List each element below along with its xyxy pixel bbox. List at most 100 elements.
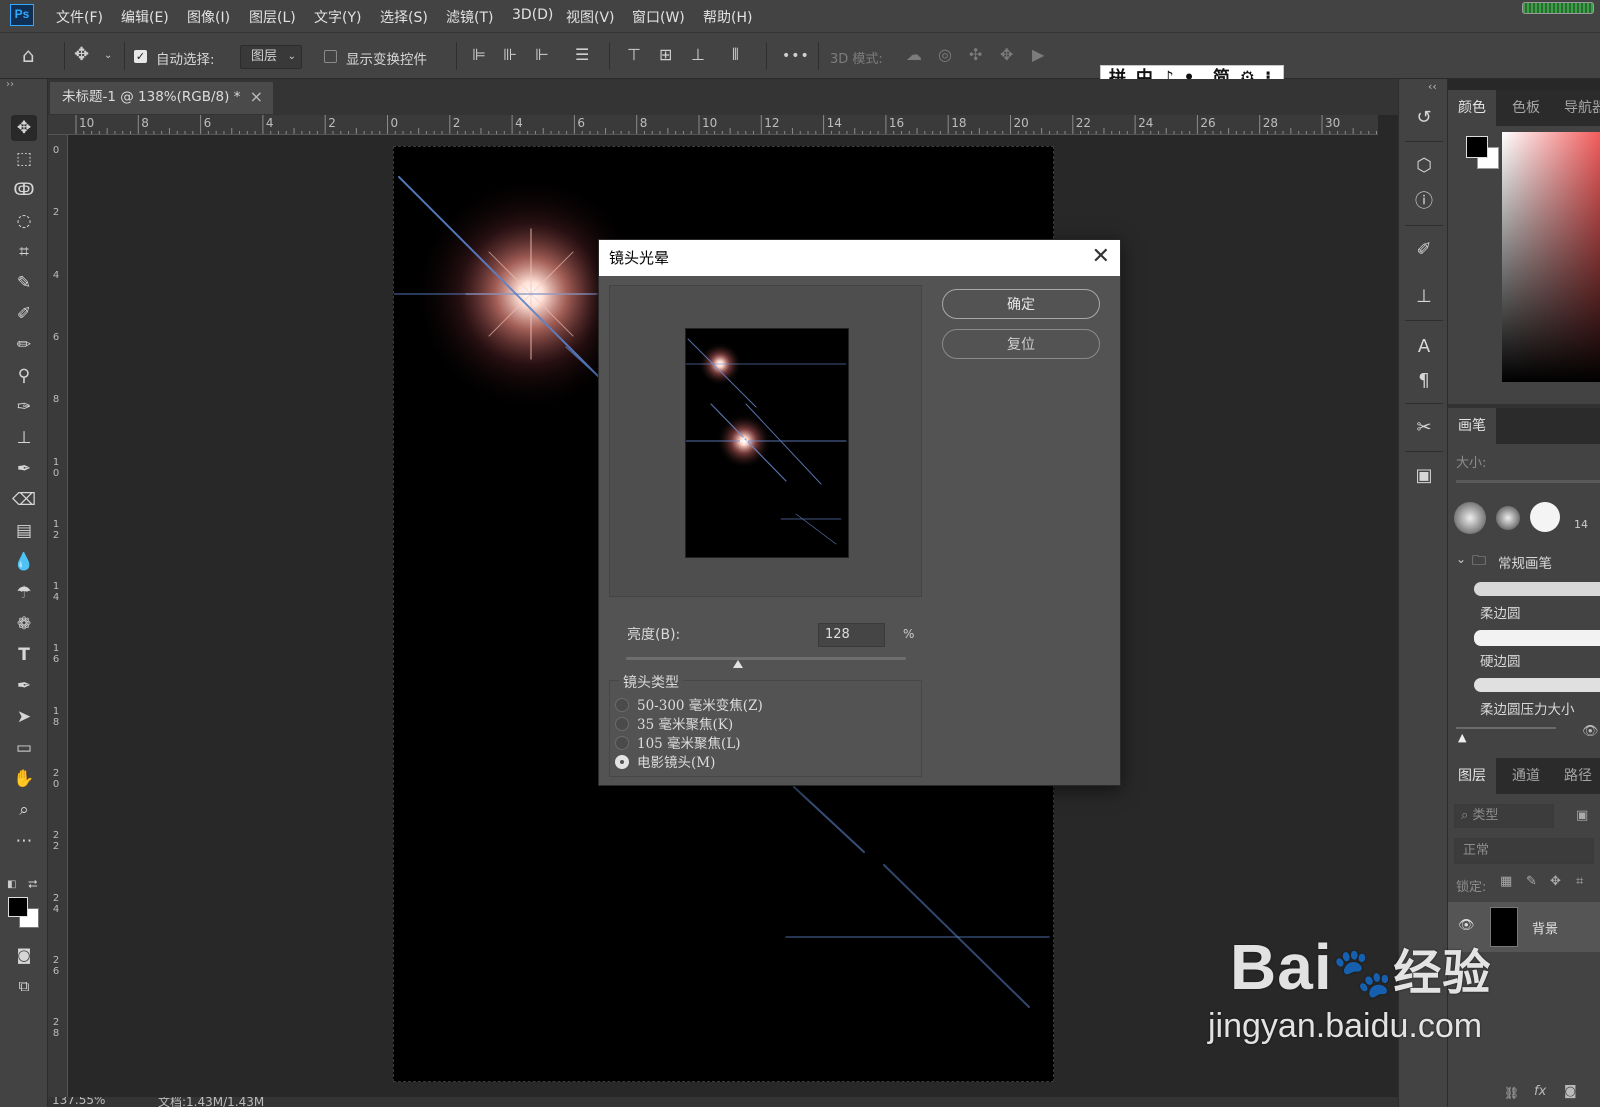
menu-file[interactable]: 文件(F): [56, 7, 103, 27]
radio-button[interactable]: [615, 717, 629, 731]
properties-panel-icon[interactable]: ▣: [1411, 463, 1437, 489]
layer-name[interactable]: 背景: [1532, 918, 1558, 937]
chevron-down-icon[interactable]: ⌄: [104, 51, 112, 61]
lock-image-icon[interactable]: ✎: [1526, 874, 1537, 889]
document-tab[interactable]: 未标题-1 @ 138%(RGB/8) * ×: [50, 82, 273, 114]
sponge-tool-icon[interactable]: ❁: [11, 611, 37, 637]
lens-option-105mm[interactable]: 105 毫米聚焦(L): [615, 732, 741, 752]
brightness-slider[interactable]: [626, 657, 906, 668]
eye-icon[interactable]: 👁: [1458, 918, 1475, 933]
tab-color[interactable]: 颜色: [1448, 90, 1496, 126]
home-icon[interactable]: ⌂: [22, 45, 35, 65]
radio-button[interactable]: [615, 755, 629, 769]
move-tool-icon[interactable]: ✥: [74, 46, 89, 64]
zoom-level[interactable]: 137.55%: [52, 1097, 105, 1107]
quick-mask-icon[interactable]: ◙: [11, 942, 37, 968]
reset-button[interactable]: 复位: [942, 329, 1100, 359]
healing-brush-tool-icon[interactable]: ✐: [11, 301, 37, 327]
toolbox-collapse-icon[interactable]: ››: [6, 79, 14, 90]
tab-brushes[interactable]: 画笔: [1448, 408, 1496, 444]
swap-colors-icon[interactable]: ⮂: [28, 877, 38, 892]
tool-presets-icon[interactable]: ✂: [1411, 415, 1437, 441]
menu-window[interactable]: 窗口(W): [632, 7, 685, 27]
flare-preview[interactable]: [685, 328, 849, 558]
history-panel-icon[interactable]: ↺: [1411, 105, 1437, 131]
show-transform-checkbox[interactable]: [324, 50, 337, 63]
3d-panel-icon[interactable]: ⬡: [1411, 153, 1437, 179]
auto-select-checkbox[interactable]: ✓: [134, 50, 147, 63]
hand-tool-icon[interactable]: ✋: [11, 766, 37, 792]
align-bottom-icon[interactable]: ⊥: [691, 47, 705, 63]
vertical-ruler[interactable]: 0246810121416182022242628: [48, 135, 68, 1097]
character-panel-icon[interactable]: A: [1411, 334, 1437, 360]
stamp-tool-icon[interactable]: ⊥: [11, 425, 37, 451]
eraser-tool-icon[interactable]: ⌫: [11, 487, 37, 513]
zoom-tool-icon[interactable]: ⌕: [11, 797, 37, 823]
chevron-down-icon[interactable]: ⌄: [1456, 552, 1466, 566]
type-tool-icon[interactable]: T: [11, 642, 37, 668]
fx-icon[interactable]: fx: [1534, 1084, 1546, 1099]
align-top-icon[interactable]: ⊤: [627, 47, 641, 63]
quick-select-tool-icon[interactable]: ◌: [11, 208, 37, 234]
distribute-icon[interactable]: ☰: [575, 47, 589, 63]
brush-preset-hard[interactable]: [1530, 502, 1560, 532]
default-colors-icon[interactable]: ◧: [7, 879, 16, 890]
lasso-tool-icon[interactable]: ↂ: [11, 177, 37, 203]
menu-edit[interactable]: 编辑(E): [121, 7, 169, 27]
brush-group-name[interactable]: 常规画笔: [1498, 552, 1552, 572]
brush-preset-soft-small[interactable]: [1496, 506, 1520, 530]
3d-orbit-icon[interactable]: ☁: [906, 47, 922, 63]
brush-name[interactable]: 柔边圆压力大小: [1480, 698, 1575, 718]
tab-navigator[interactable]: 导航器: [1554, 90, 1600, 126]
3d-slide-icon[interactable]: ✥: [1000, 47, 1013, 63]
lock-position-icon[interactable]: ✥: [1550, 874, 1561, 889]
pen-tool-icon[interactable]: ✒: [11, 673, 37, 699]
horizontal-ruler[interactable]: 10 8 6 4 2 0 2 4 6 8 10 12 14 16 18 20 22 24 26 28 30: [48, 115, 1378, 135]
lens-option-35mm[interactable]: 35 毫米聚焦(K): [615, 713, 733, 733]
mask-icon[interactable]: ◙: [1564, 1084, 1577, 1099]
move-tool-icon[interactable]: ✥: [11, 115, 37, 141]
3d-pan-icon[interactable]: ✣: [969, 47, 982, 63]
auto-select-target-dropdown[interactable]: 图层 ⌄: [240, 45, 302, 69]
lens-option-zoom[interactable]: 50-300 毫米变焦(Z): [615, 694, 763, 714]
lens-option-movie[interactable]: 电影镜头(M): [615, 751, 715, 771]
color-picker-field[interactable]: [1502, 132, 1600, 382]
close-icon[interactable]: ×: [250, 82, 263, 112]
more-options-button[interactable]: •••: [782, 48, 810, 64]
distribute-vertical-icon[interactable]: ⫴: [732, 47, 739, 63]
screen-mode-icon[interactable]: ⧉: [11, 973, 37, 999]
ok-button[interactable]: 确定: [942, 289, 1100, 319]
menu-3d[interactable]: 3D(D): [512, 7, 553, 23]
brush-preset-soft-large[interactable]: [1454, 502, 1486, 534]
tab-channels[interactable]: 通道: [1502, 758, 1550, 794]
blur-tool-icon[interactable]: 💧: [11, 549, 37, 575]
slider-thumb[interactable]: ▲: [1458, 731, 1466, 744]
eyedropper-tool-icon[interactable]: ✎: [11, 270, 37, 296]
dodge-tool-icon[interactable]: ☂: [11, 580, 37, 606]
clone-stamp-tool-icon[interactable]: ⚲: [11, 363, 37, 389]
foreground-color-swatch[interactable]: [1466, 136, 1488, 158]
close-icon[interactable]: ✕: [1092, 240, 1110, 274]
layer-filter[interactable]: ⌕ 类型: [1454, 804, 1554, 828]
tab-layers[interactable]: 图层: [1448, 758, 1496, 794]
lock-transparent-icon[interactable]: ▦: [1500, 874, 1512, 889]
info-icon[interactable]: ⓘ: [1411, 189, 1437, 215]
radio-button[interactable]: [615, 736, 629, 750]
art-history-tool-icon[interactable]: ✒: [11, 456, 37, 482]
align-left-icon[interactable]: ⊫: [472, 47, 486, 63]
brush-name[interactable]: 柔边圆: [1480, 602, 1521, 622]
brush-size-slider[interactable]: [1456, 480, 1600, 483]
brush-name[interactable]: 硬边圆: [1480, 650, 1521, 670]
image-filter-icon[interactable]: ▣: [1576, 808, 1588, 823]
crop-tool-icon[interactable]: ⌗: [11, 239, 37, 265]
tab-paths[interactable]: 路径: [1554, 758, 1600, 794]
menu-help[interactable]: 帮助(H): [703, 7, 752, 27]
3d-camera-icon[interactable]: ▶: [1032, 47, 1044, 63]
lock-artboard-icon[interactable]: ⌗: [1576, 874, 1583, 889]
link-icon[interactable]: ⛓: [1504, 1086, 1519, 1100]
blend-mode-dropdown[interactable]: 正常: [1454, 838, 1594, 864]
brightness-slider-thumb[interactable]: [733, 660, 743, 668]
menu-layer[interactable]: 图层(L): [249, 7, 296, 27]
more-tools-icon[interactable]: ⋯: [11, 828, 37, 854]
brush-settings-icon[interactable]: ✐: [1411, 237, 1437, 263]
